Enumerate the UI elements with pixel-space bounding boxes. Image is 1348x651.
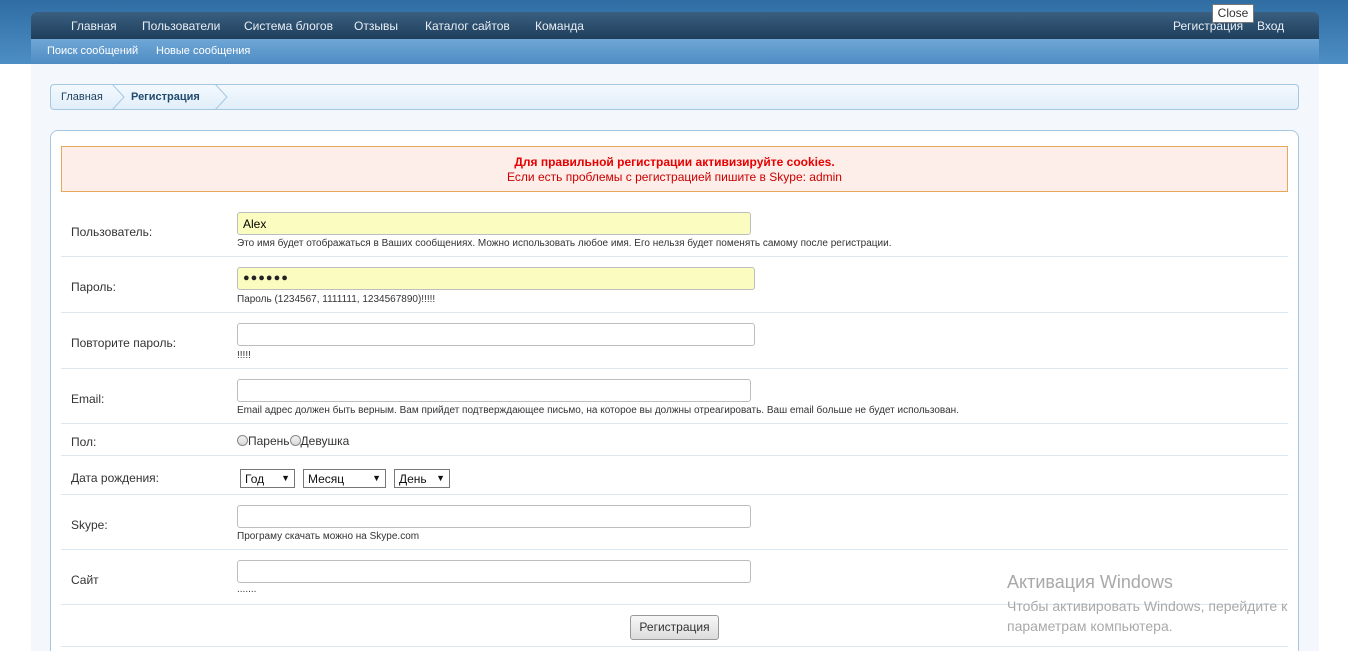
skype-input[interactable] (237, 505, 751, 528)
breadcrumb-separator-icon (111, 84, 125, 110)
gender-male-label[interactable]: Парень (248, 434, 290, 448)
site-label: Сайт (71, 573, 99, 587)
gender-options: Парень Девушка (237, 434, 349, 448)
form-row-birthday: Дата рождения: Год ▼ Месяц ▼ День ▼ (61, 456, 1288, 495)
cookie-notice: Для правильной регистрации активизируйте… (61, 146, 1288, 192)
email-label: Email: (71, 392, 105, 406)
password-confirm-label: Повторите пароль: (71, 336, 177, 350)
username-label: Пользователь: (71, 225, 153, 239)
close-tooltip[interactable]: Close (1212, 4, 1254, 23)
nav-login-link[interactable]: Вход (1257, 19, 1284, 33)
nav-item-users[interactable]: Пользователи (142, 19, 220, 33)
site-input[interactable] (237, 560, 751, 583)
nav-main-row: Главная Пользователи Система блогов Отзы… (31, 12, 1319, 39)
breadcrumb-current: Регистрация (131, 91, 200, 103)
nav-sub-row: Поиск сообщений Новые сообщения (31, 39, 1319, 64)
chevron-down-icon: ▼ (436, 473, 445, 483)
windows-activation-watermark: Активация Windows Чтобы активировать Win… (1007, 572, 1287, 636)
watermark-line2: параметрам компьютера. (1007, 618, 1173, 634)
watermark-line1: Чтобы активировать Windows, перейдите к (1007, 598, 1288, 614)
form-row-password-confirm: Повторите пароль: !!!!! (61, 313, 1288, 369)
gender-label: Пол: (71, 435, 97, 449)
nav-new-posts[interactable]: Новые сообщения (156, 45, 250, 57)
birth-year-value: Год (245, 472, 265, 486)
form-row-password: Пароль: ●●●●●● Пароль (1234567, 1111111,… (61, 257, 1288, 313)
site-hint: ....... (237, 584, 257, 595)
birth-year-select[interactable]: Год ▼ (240, 469, 295, 488)
form-row-skype: Skype: Програму скачать можно на Skype.c… (61, 495, 1288, 550)
gender-female-label[interactable]: Девушка (301, 434, 350, 448)
password-label: Пароль: (71, 280, 116, 294)
username-input[interactable] (237, 212, 751, 235)
email-input[interactable] (237, 379, 751, 402)
nav-item-home[interactable]: Главная (71, 19, 117, 33)
form-row-email: Email: Email адрес должен быть верным. В… (61, 369, 1288, 424)
nav-item-team[interactable]: Команда (535, 19, 584, 33)
birth-month-value: Месяц (308, 472, 345, 486)
notice-title: Для правильной регистрации активизируйте… (514, 155, 835, 169)
nav-item-reviews[interactable]: Отзывы (354, 19, 398, 33)
birth-month-select[interactable]: Месяц ▼ (303, 469, 386, 488)
skype-label: Skype: (71, 518, 108, 532)
breadcrumb-home[interactable]: Главная (61, 91, 103, 103)
breadcrumb-separator-icon (214, 84, 228, 110)
breadcrumb: Главная Регистрация (50, 84, 1299, 110)
password-confirm-input[interactable] (237, 323, 755, 346)
birth-day-select[interactable]: День ▼ (394, 469, 450, 488)
register-submit-button[interactable]: Регистрация (630, 615, 719, 640)
chevron-down-icon: ▼ (281, 473, 290, 483)
gender-female-radio[interactable] (289, 435, 301, 446)
password-hint: Пароль (1234567, 1111111, 1234567890)!!!… (237, 294, 436, 305)
form-row-gender: Пол: Парень Девушка (61, 424, 1288, 456)
username-hint: Это имя будет отображаться в Ваших сообщ… (237, 238, 892, 249)
main-navbar: Главная Пользователи Система блогов Отзы… (31, 12, 1319, 64)
email-hint: Email адрес должен быть верным. Вам прий… (237, 405, 959, 416)
form-row-username: Пользователь: Это имя будет отображаться… (61, 202, 1288, 257)
skype-hint: Програму скачать можно на Skype.com (237, 531, 420, 542)
nav-search-posts[interactable]: Поиск сообщений (47, 45, 138, 57)
nav-item-catalog[interactable]: Каталог сайтов (425, 19, 510, 33)
gender-male-radio[interactable] (237, 435, 248, 446)
nav-item-blogs[interactable]: Система блогов (244, 19, 333, 33)
notice-text: Если есть проблемы с регистрацией пишите… (507, 170, 842, 184)
birth-day-value: День (399, 472, 427, 486)
birthday-label: Дата рождения: (71, 471, 159, 485)
password-input[interactable]: ●●●●●● (237, 267, 755, 290)
watermark-title: Активация Windows (1007, 572, 1173, 592)
chevron-down-icon: ▼ (372, 473, 381, 483)
password-confirm-hint: !!!!! (237, 350, 251, 361)
